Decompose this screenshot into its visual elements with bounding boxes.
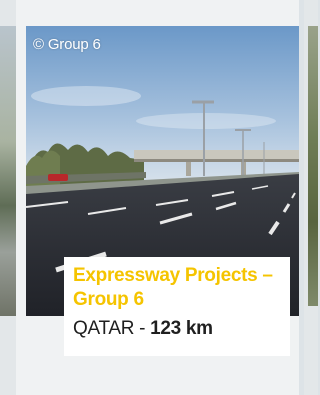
- previous-card-edge[interactable]: [0, 0, 16, 395]
- project-card[interactable]: © Group 6 Expressway Projects – Group 6 …: [16, 0, 299, 395]
- copyright-label: © Group 6: [33, 36, 101, 53]
- project-country: QATAR: [73, 318, 135, 339]
- project-title[interactable]: Expressway Projects – Group 6: [73, 264, 282, 312]
- project-distance: 123 km: [150, 318, 213, 339]
- next-card-image: [308, 26, 318, 306]
- meta-separator: -: [134, 318, 151, 339]
- card-caption[interactable]: Expressway Projects – Group 6 QATAR - 12…: [64, 257, 290, 356]
- next-card-edge[interactable]: [304, 0, 318, 395]
- project-meta: QATAR - 123 km: [73, 318, 282, 340]
- previous-card-image: [0, 26, 16, 316]
